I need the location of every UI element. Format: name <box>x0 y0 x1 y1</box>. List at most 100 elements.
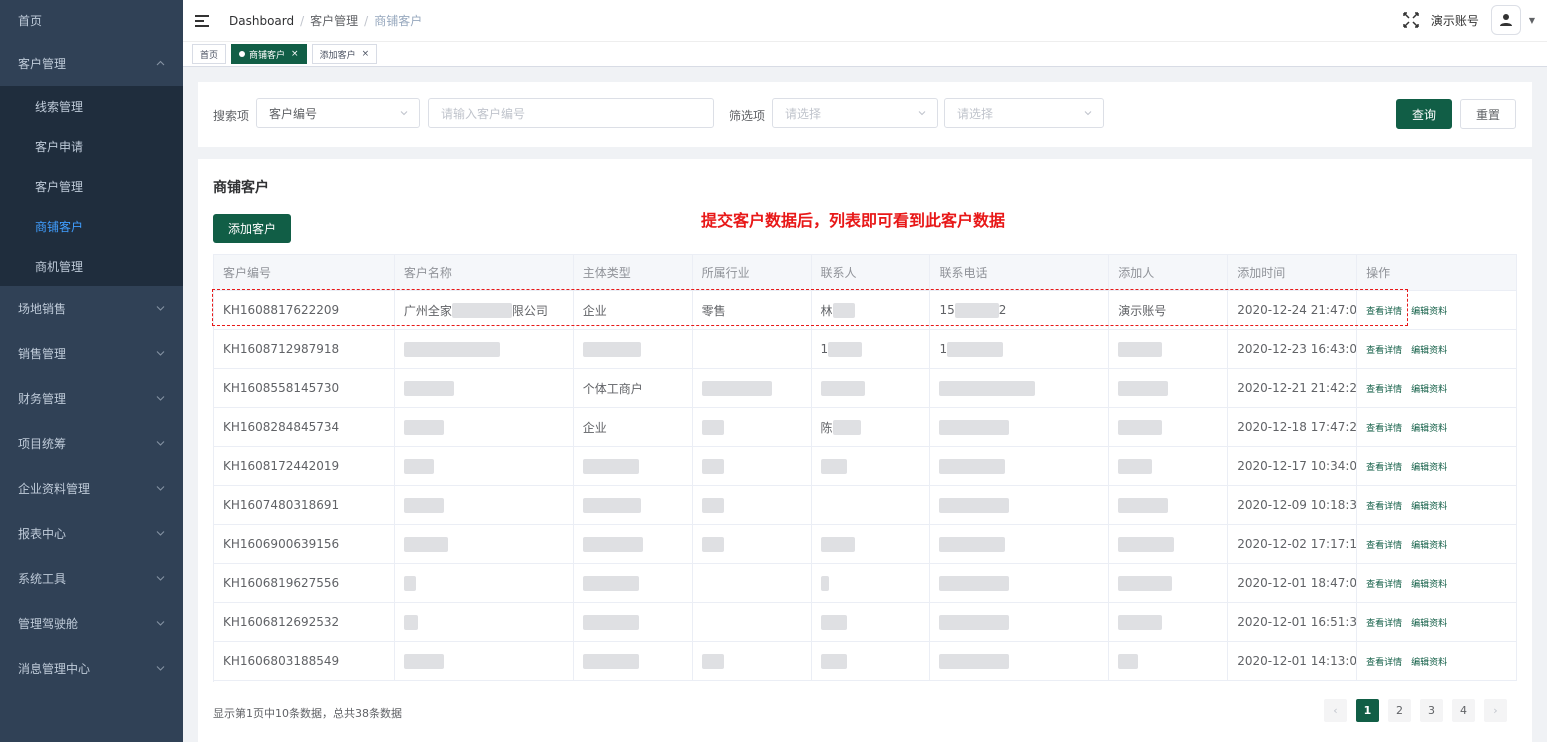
view-details-link[interactable]: 查看详情 <box>1366 460 1402 473</box>
avatar[interactable] <box>1490 5 1521 35</box>
view-details-link[interactable]: 查看详情 <box>1366 577 1402 590</box>
edit-info-link[interactable]: 编辑资料 <box>1411 655 1447 668</box>
edit-info-link[interactable]: 编辑资料 <box>1411 577 1447 590</box>
redacted-block <box>582 575 639 591</box>
sidebar-item-company-docs[interactable]: 企业资料管理 <box>0 466 183 511</box>
edit-info-link[interactable]: 编辑资料 <box>1411 421 1447 434</box>
sidebar-item-venue-sales[interactable]: 场地销售 <box>0 286 183 331</box>
chevron-down-icon <box>1083 107 1093 117</box>
cell-contact <box>811 525 931 564</box>
edit-info-link[interactable]: 编辑资料 <box>1411 538 1447 551</box>
sidebar-item-messages[interactable]: 消息管理中心 <box>0 646 183 691</box>
caret-down-icon[interactable]: ▼ <box>1529 16 1535 25</box>
cell-phone <box>930 486 1110 525</box>
cell-adder <box>1109 525 1229 564</box>
chevron-down-icon <box>156 484 165 494</box>
next-page-button[interactable]: › <box>1484 699 1507 722</box>
cell-actions: 查看详情 编辑资料 <box>1357 564 1517 603</box>
sidebar-item-label: 线索管理 <box>35 99 84 114</box>
sidebar-item-sales[interactable]: 销售管理 <box>0 331 183 376</box>
page-button-2[interactable]: 2 <box>1388 699 1411 722</box>
cell-added-time: 2020-12-17 10:34:02 <box>1228 447 1358 486</box>
sidebar-item-label: 首页 <box>18 14 43 28</box>
sidebar-item-cockpit[interactable]: 管理驾驶舱 <box>0 601 183 646</box>
cell-customer-id: KH1608558145730 <box>214 369 395 408</box>
table-row: KH1608712987918 1 1 2020-12-23 16:43:08 … <box>214 330 1517 369</box>
sidebar-item-shop-customers[interactable]: 商铺客户 <box>0 206 183 246</box>
user-name[interactable]: 演示账号 <box>1431 12 1479 29</box>
sidebar-item-customer-apply[interactable]: 客户申请 <box>0 126 183 166</box>
sidebar-item-finance[interactable]: 财务管理 <box>0 376 183 421</box>
close-icon[interactable]: × <box>362 49 370 59</box>
sidebar-item-customer-management[interactable]: 客户管理 <box>0 41 183 86</box>
sidebar-item-customer-list[interactable]: 客户管理 <box>0 166 183 206</box>
cell-added-time: 2020-12-01 16:51:33 <box>1228 603 1358 642</box>
column-header: 联系电话 <box>930 255 1110 291</box>
cell-customer-name <box>394 447 574 486</box>
view-details-link[interactable]: 查看详情 <box>1366 655 1402 668</box>
sidebar-item-label: 项目统筹 <box>18 437 67 451</box>
tag-home[interactable]: 首页 <box>192 44 227 64</box>
sidebar-item-label: 消息管理中心 <box>18 662 91 676</box>
cell-customer-id: KH1606812692532 <box>214 603 395 642</box>
fullscreen-icon[interactable] <box>1403 12 1419 28</box>
view-details-link[interactable]: 查看详情 <box>1366 538 1402 551</box>
sidebar-item-home[interactable]: 首页 <box>0 0 183 41</box>
page-button-1[interactable]: 1 <box>1356 699 1379 722</box>
search-field-select[interactable]: 客户编号 <box>256 98 420 128</box>
cell-contact <box>811 369 931 408</box>
view-details-link[interactable]: 查看详情 <box>1366 382 1402 395</box>
query-button[interactable]: 查询 <box>1396 99 1452 129</box>
filter-select-1[interactable]: 请选择 <box>772 98 938 128</box>
filter-select-2[interactable]: 请选择 <box>944 98 1104 128</box>
cell-customer-name <box>394 603 574 642</box>
cell-customer-name <box>394 369 574 408</box>
cell-entity-type <box>573 330 693 369</box>
sidebar-item-projects[interactable]: 项目统筹 <box>0 421 183 466</box>
search-input[interactable]: 请输入客户编号 <box>428 98 714 128</box>
page-button-3[interactable]: 3 <box>1420 699 1443 722</box>
sidebar-item-leads[interactable]: 线索管理 <box>0 86 183 126</box>
hamburger-icon[interactable] <box>195 14 209 27</box>
sidebar-item-reports[interactable]: 报表中心 <box>0 511 183 556</box>
edit-info-link[interactable]: 编辑资料 <box>1411 304 1447 317</box>
edit-info-link[interactable]: 编辑资料 <box>1411 382 1447 395</box>
breadcrumb-current: 商铺客户 <box>374 14 423 28</box>
chevron-up-icon <box>156 59 165 69</box>
redacted-block <box>820 536 855 552</box>
reset-button[interactable]: 重置 <box>1460 99 1516 129</box>
sidebar-item-opportunities[interactable]: 商机管理 <box>0 246 183 286</box>
view-details-link[interactable]: 查看详情 <box>1366 616 1402 629</box>
page-button-4[interactable]: 4 <box>1452 699 1475 722</box>
tag-shop-customers[interactable]: 商铺客户 × <box>231 44 307 64</box>
edit-info-link[interactable]: 编辑资料 <box>1411 460 1447 473</box>
view-details-link[interactable]: 查看详情 <box>1366 499 1402 512</box>
cell-contact: 1 <box>811 330 931 369</box>
edit-info-link[interactable]: 编辑资料 <box>1411 616 1447 629</box>
tag-label: 商铺客户 <box>249 50 286 61</box>
cell-customer-id: KH1607480318691 <box>214 486 395 525</box>
breadcrumb-customer-management[interactable]: 客户管理 <box>310 12 358 29</box>
tag-add-customer[interactable]: 添加客户 × <box>311 44 378 64</box>
edit-info-link[interactable]: 编辑资料 <box>1411 499 1447 512</box>
add-customer-button[interactable]: 添加客户 <box>213 214 291 243</box>
view-details-link[interactable]: 查看详情 <box>1366 343 1402 356</box>
annotation-text: 提交客户数据后，列表即可看到此客户数据 <box>701 211 1006 230</box>
filter-label: 筛选项 <box>729 109 766 123</box>
table-row: KH1606812692532 2020-12-01 16:51:33 查看详情… <box>214 603 1517 642</box>
chevron-down-icon <box>156 439 165 449</box>
redacted-block <box>701 497 724 513</box>
filter-placeholder: 请选择 <box>957 106 994 121</box>
main-panel: 商铺客户 添加客户 提交客户数据后，列表即可看到此客户数据 客户编号 客户名称 … <box>198 159 1532 742</box>
redacted-block <box>820 380 865 396</box>
pagination-summary: 显示第1页中10条数据，总共38条数据 <box>213 707 402 720</box>
prev-page-button[interactable]: ‹ <box>1324 699 1347 722</box>
cell-customer-name <box>394 564 574 603</box>
breadcrumb-separator: / <box>300 13 305 28</box>
sidebar-item-system-tools[interactable]: 系统工具 <box>0 556 183 601</box>
breadcrumb-dashboard[interactable]: Dashboard <box>229 14 294 28</box>
view-details-link[interactable]: 查看详情 <box>1366 421 1402 434</box>
edit-info-link[interactable]: 编辑资料 <box>1411 343 1447 356</box>
close-icon[interactable]: × <box>291 49 299 59</box>
cell-phone <box>930 564 1110 603</box>
